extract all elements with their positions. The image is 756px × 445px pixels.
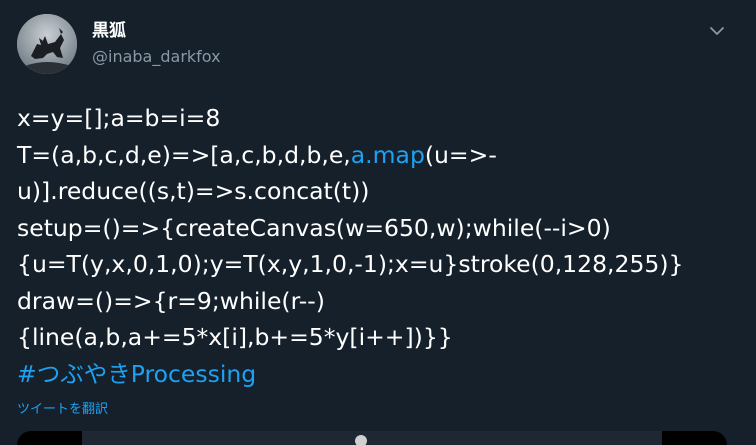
user-handle[interactable]: @inaba_darkfox [92, 46, 221, 68]
code-text: setup=()=>{createCanvas(w=650,w);while(-… [17, 213, 611, 242]
code-text: u)].reduce((s,t)=>s.concat(t)) [17, 177, 370, 205]
tweet-line: {u=T(y,x,0,1,0);y=T(x,y,1,0,-1);x=u}stro… [17, 246, 747, 283]
tweet-line: draw=()=>{r=9;while(r--) [17, 283, 747, 320]
code-text: (u=>- [424, 140, 497, 169]
code-text: x=y=[];a=b=i=8 [17, 104, 221, 132]
auto-link[interactable]: a.map [351, 141, 425, 169]
code-text: {u=T(y,x,0,1,0);y=T(x,y,1,0,-1);x=u}stro… [17, 250, 684, 278]
code-text: draw=()=>{r=9;while(r--) [17, 286, 325, 315]
media-frame [82, 431, 662, 445]
avatar[interactable] [17, 14, 77, 74]
tweet-line: x=y=[];a=b=i=8 [17, 100, 747, 137]
media-preview[interactable] [17, 431, 727, 445]
tweet-text: x=y=[];a=b=i=8 T=(a,b,c,d,e)=>[a,c,b,d,b… [17, 100, 747, 392]
chevron-down-icon[interactable] [706, 20, 728, 42]
media-indicator-icon [355, 435, 367, 445]
fox-silhouette-icon [17, 14, 77, 74]
code-text: T=(a,b,c,d,e)=>[a,c,b,d,b,e, [17, 140, 351, 169]
code-text: {line(a,b,a+=5*x[i],b+=5*y[i++])}} [17, 323, 453, 351]
tweet-line: T=(a,b,c,d,e)=>[a,c,b,d,b,e,a.map(u=>- [17, 137, 747, 174]
tweet-line: setup=()=>{createCanvas(w=650,w);while(-… [17, 210, 747, 247]
tweet-line: #つぶやきProcessing [17, 356, 747, 393]
translate-tweet-link[interactable]: ツイートを翻訳 [17, 398, 108, 417]
tweet: 黒狐 @inaba_darkfox x=y=[];a=b=i=8 T=(a,b,… [0, 0, 756, 445]
display-name[interactable]: 黒狐 [92, 20, 126, 42]
tweet-line: {line(a,b,a+=5*x[i],b+=5*y[i++])}} [17, 319, 747, 356]
tweet-line: u)].reduce((s,t)=>s.concat(t)) [17, 173, 747, 210]
hashtag-link[interactable]: #つぶやきProcessing [17, 360, 256, 388]
